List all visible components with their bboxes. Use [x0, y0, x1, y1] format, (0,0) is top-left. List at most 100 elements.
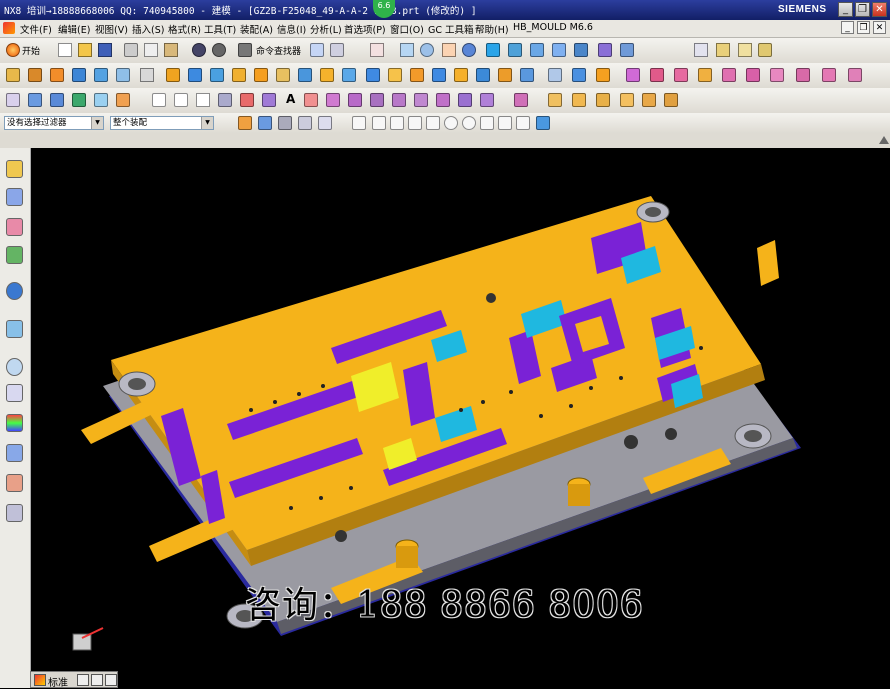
synchronous-icon[interactable] — [520, 68, 534, 82]
select-all-icon[interactable] — [238, 116, 252, 130]
history-icon[interactable] — [6, 320, 23, 338]
unite-icon[interactable] — [166, 68, 180, 82]
split-body-icon[interactable] — [342, 68, 356, 82]
through-curves-icon[interactable] — [50, 93, 64, 107]
menu-hb-mould[interactable]: HB_MOULD M6.6 — [513, 22, 593, 33]
rectangle-icon[interactable] — [196, 93, 210, 107]
menu-info[interactable]: 信息(I) — [277, 22, 306, 36]
snap-midpoint-icon[interactable] — [372, 116, 386, 130]
internet-explorer-icon[interactable] — [6, 282, 23, 300]
mirror-icon[interactable] — [432, 68, 446, 82]
pan-icon[interactable] — [442, 43, 456, 57]
menu-analysis[interactable]: 分析(L) — [310, 22, 342, 36]
edge-blend-icon[interactable] — [232, 68, 246, 82]
intersect-icon[interactable] — [210, 68, 224, 82]
offset-curve-icon[interactable] — [218, 93, 232, 107]
project-curve-icon[interactable] — [240, 93, 254, 107]
select-body-icon[interactable] — [278, 116, 292, 130]
block-icon[interactable] — [72, 68, 86, 82]
assembly-scope-select[interactable]: 整个装配 ▼ — [110, 116, 214, 130]
chevron-down-icon[interactable]: ▼ — [91, 117, 103, 129]
trim-curve-icon[interactable] — [370, 93, 384, 107]
menu-help[interactable]: 帮助(H) — [475, 22, 509, 36]
jog-icon[interactable] — [620, 93, 634, 107]
restore-button[interactable]: ❐ — [855, 2, 870, 17]
rotate-icon[interactable] — [462, 43, 476, 57]
chevron-down-icon[interactable]: ▼ — [201, 117, 213, 129]
menu-preferences[interactable]: 首选项(P) — [344, 22, 386, 36]
system-materials-icon[interactable] — [6, 384, 23, 402]
select-face-icon[interactable] — [298, 116, 312, 130]
move-face-icon[interactable] — [454, 68, 468, 82]
wave-link-icon[interactable] — [548, 68, 562, 82]
start-button[interactable]: 开始 — [22, 44, 40, 57]
back-icon[interactable] — [77, 674, 89, 686]
process-studio-icon[interactable] — [6, 444, 23, 462]
command-finder-button[interactable]: 命令查找器 — [256, 44, 301, 57]
join-curve-icon[interactable] — [348, 93, 362, 107]
doc-close-button[interactable]: ✕ — [873, 21, 886, 34]
zoom-in-icon[interactable] — [420, 43, 434, 57]
trim-body-icon[interactable] — [320, 68, 334, 82]
navigator-icon[interactable] — [6, 160, 23, 178]
snap-center-icon[interactable] — [444, 116, 458, 130]
toolbar-collapse-icon[interactable] — [879, 136, 889, 144]
save-icon[interactable] — [98, 43, 112, 57]
menu-tools[interactable]: 工具(T) — [204, 22, 236, 36]
helix-icon[interactable] — [304, 93, 318, 107]
assembly-constraint-icon[interactable] — [674, 68, 688, 82]
shaded-view-icon[interactable] — [486, 43, 500, 57]
thicken-icon[interactable] — [388, 68, 402, 82]
undo-icon[interactable] — [192, 43, 206, 57]
more-icon[interactable] — [105, 674, 117, 686]
minimize-button[interactable]: _ — [838, 2, 853, 17]
new-file-icon[interactable] — [58, 43, 72, 57]
mould-tool-5-icon[interactable] — [822, 68, 836, 82]
menu-gc-toolbox[interactable]: GC 工具箱 — [428, 22, 474, 36]
open-folder-icon[interactable] — [78, 43, 92, 57]
ruler-icon[interactable] — [738, 43, 752, 57]
menu-window[interactable]: 窗口(O) — [390, 22, 424, 36]
menu-format[interactable]: 格式(R) — [168, 22, 201, 36]
wireframe-view-icon[interactable] — [508, 43, 522, 57]
view-orient-icon[interactable] — [620, 43, 634, 57]
menu-view[interactable]: 视图(V) — [95, 22, 128, 36]
snap-point-icon[interactable] — [480, 116, 494, 130]
replace-face-icon[interactable] — [476, 68, 490, 82]
pocket-icon[interactable] — [140, 68, 154, 82]
offset-in-face-icon[interactable] — [514, 93, 528, 107]
sew-icon[interactable] — [116, 93, 130, 107]
draft-icon[interactable] — [298, 68, 312, 82]
isoparametric-icon[interactable] — [458, 93, 472, 107]
flange-icon[interactable] — [572, 93, 586, 107]
mould-tool-4-icon[interactable] — [796, 68, 810, 82]
delete-face-icon[interactable] — [498, 68, 512, 82]
part-navigator-icon[interactable] — [6, 246, 23, 264]
assembly-navigator-icon[interactable] — [6, 188, 23, 206]
rebend-icon[interactable] — [664, 93, 678, 107]
command-finder-icon[interactable] — [238, 43, 252, 57]
hole-icon[interactable] — [50, 68, 64, 82]
status-label[interactable]: 标准 — [48, 674, 68, 689]
menu-assembly[interactable]: 装配(A) — [240, 22, 273, 36]
mould-tool-2-icon[interactable] — [746, 68, 760, 82]
snap-quadrant-icon[interactable] — [462, 116, 476, 130]
text-tool-button[interactable]: A — [286, 92, 295, 106]
extract-icon[interactable] — [572, 68, 586, 82]
bridge-curve-icon[interactable] — [326, 93, 340, 107]
ruled-icon[interactable] — [72, 93, 86, 107]
copy-icon[interactable] — [144, 43, 158, 57]
zoom-icon[interactable] — [400, 43, 414, 57]
select-feature-icon[interactable] — [258, 116, 272, 130]
component-icon[interactable] — [626, 68, 640, 82]
system-scenes-icon[interactable] — [6, 504, 23, 522]
layer-settings-icon[interactable] — [694, 43, 708, 57]
snap-on-face-icon[interactable] — [516, 116, 530, 130]
palette-icon[interactable] — [6, 414, 23, 432]
mould-tool-1-icon[interactable] — [722, 68, 736, 82]
arc-icon[interactable] — [174, 93, 188, 107]
mould-tool-3-icon[interactable] — [770, 68, 784, 82]
clock-icon[interactable] — [6, 358, 23, 376]
bend-icon[interactable] — [596, 93, 610, 107]
paste-icon[interactable] — [164, 43, 178, 57]
